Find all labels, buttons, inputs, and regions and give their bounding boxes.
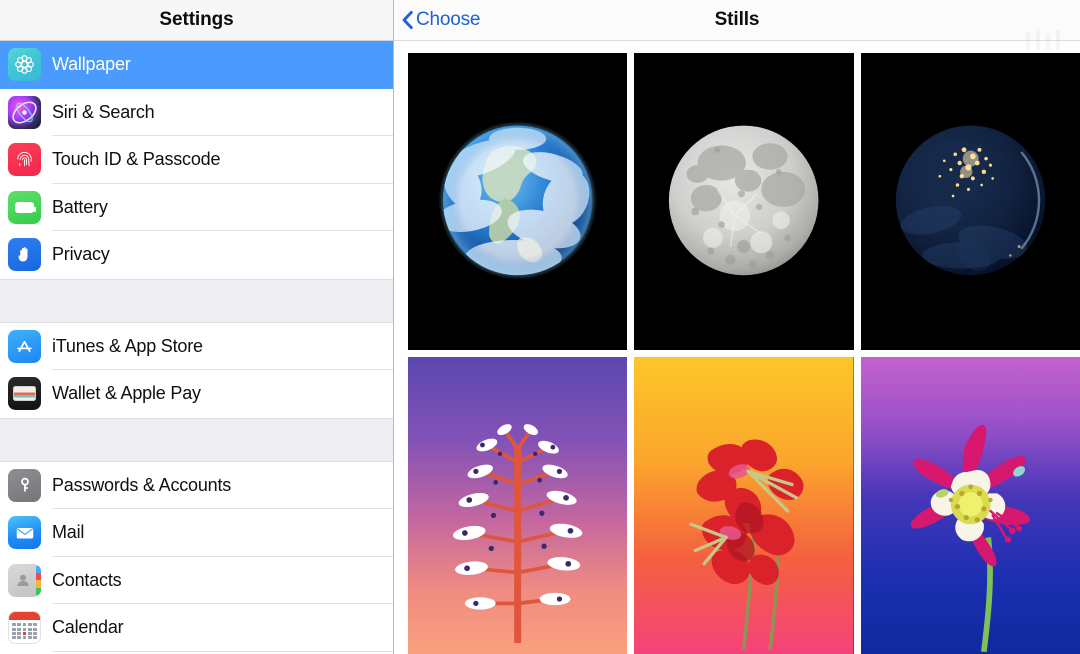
- sidebar-item-siri-and-search[interactable]: Siri & Search: [0, 88, 393, 136]
- battery-tip: [34, 206, 36, 212]
- gloriosa-flower-wallpaper[interactable]: [634, 357, 854, 654]
- contact-tabs: [36, 565, 41, 595]
- sidebar-item-touch-id-and-passcode[interactable]: Touch ID & Passcode: [0, 136, 393, 184]
- earth-night-art: [860, 53, 1080, 350]
- sidebar-item-battery[interactable]: Battery: [0, 183, 393, 231]
- earth-night-wallpaper[interactable]: [860, 53, 1080, 350]
- bromeliad-flower-wallpaper[interactable]: [408, 357, 628, 654]
- sidebar-item-passwords-and-accounts[interactable]: Passwords & Accounts: [0, 461, 393, 509]
- moon-art: [634, 53, 854, 350]
- app-store-glyph: [17, 340, 32, 352]
- sidebar-item-label: Contacts: [52, 569, 122, 590]
- touch-id-icon: [8, 143, 41, 177]
- settings-sidebar: Settings Wallpaper Siri & Search Touch I…: [0, 0, 394, 654]
- wallet-card-glyph: [13, 386, 36, 402]
- sidebar-item-label: Passwords & Accounts: [52, 474, 232, 495]
- contact-person-glyph: [16, 575, 29, 587]
- calendar-header-bar: [9, 612, 40, 621]
- battery-icon: [8, 190, 41, 224]
- hand-glyph: [18, 247, 28, 262]
- sidebar-item-itunes-and-app-store[interactable]: iTunes & App Store: [0, 322, 393, 370]
- detail-header: Choose Stills: [394, 0, 1080, 41]
- key-icon: [8, 468, 41, 502]
- page-title: Settings: [159, 9, 234, 30]
- app-store-icon: [8, 329, 41, 363]
- contacts-icon: [8, 563, 41, 597]
- calendar-icon: [8, 611, 41, 645]
- siri-orb-glyph: [12, 101, 37, 124]
- sidebar-item-label: Siri & Search: [52, 101, 155, 122]
- sidebar-item-label: Privacy: [52, 244, 110, 265]
- calendar-grid: [12, 623, 37, 640]
- sidebar-item-label: Wallet & Apple Pay: [52, 383, 201, 404]
- privacy-hand-icon: [8, 238, 41, 272]
- wallpaper-icon: [8, 48, 41, 82]
- sidebar-item-label: Calendar: [52, 617, 124, 638]
- wallpaper-grid: [394, 41, 1080, 654]
- sidebar-item-label: Mail: [52, 522, 85, 543]
- ipad-settings-screen: Settings Wallpaper Siri & Search Touch I…: [0, 0, 1080, 654]
- chevron-left-icon: [402, 10, 413, 30]
- bromeliad-art: [408, 357, 628, 654]
- wallpaper-detail-pane: Choose Stills: [394, 0, 1080, 654]
- sidebar-group-gap: [0, 417, 393, 462]
- sidebar-item-label: Touch ID & Passcode: [52, 149, 221, 170]
- sidebar-item-privacy[interactable]: Privacy: [0, 231, 393, 279]
- siri-icon: [8, 95, 41, 129]
- earth-day-wallpaper[interactable]: [408, 53, 628, 350]
- rosette-glyph: [15, 55, 34, 75]
- detail-title: Stills: [714, 9, 760, 30]
- sidebar-item-label: Battery: [52, 196, 108, 217]
- mail-icon: [8, 516, 41, 550]
- back-button[interactable]: Choose: [401, 9, 480, 31]
- gloriosa-art: [634, 357, 854, 654]
- sidebar-item-wallet-and-apple-pay[interactable]: Wallet & Apple Pay: [0, 370, 393, 418]
- sidebar-item-calendar[interactable]: Calendar: [0, 604, 393, 652]
- sidebar-group-gap: [0, 278, 393, 323]
- sidebar-item-label: Wallpaper: [52, 54, 131, 75]
- sidebar-header: Settings: [0, 0, 393, 41]
- envelope-glyph: [16, 527, 33, 539]
- sidebar-item-contacts[interactable]: Contacts: [0, 556, 393, 604]
- sidebar-item-mail[interactable]: Mail: [0, 509, 393, 557]
- wallet-icon: [8, 377, 41, 411]
- key-glyph: [20, 478, 29, 492]
- moon-wallpaper[interactable]: [634, 53, 854, 350]
- columbine-art: [860, 357, 1080, 654]
- fingerprint-glyph: [17, 152, 32, 167]
- sidebar-item-label: iTunes & App Store: [52, 335, 203, 356]
- earth-day-art: [408, 53, 628, 350]
- back-button-label: Choose: [416, 9, 481, 30]
- columbine-flower-wallpaper[interactable]: [860, 357, 1080, 654]
- battery-glyph: [15, 201, 36, 213]
- sidebar-item-wallpaper[interactable]: Wallpaper: [0, 41, 393, 89]
- settings-list: Wallpaper Siri & Search Touch ID & Passc…: [0, 41, 393, 654]
